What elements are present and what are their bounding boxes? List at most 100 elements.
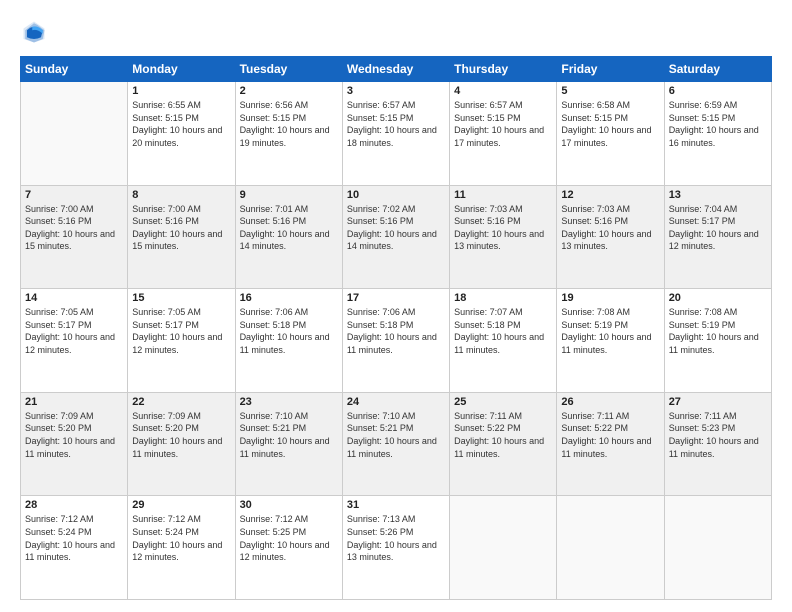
calendar-cell: 7 Sunrise: 7:00 AMSunset: 5:16 PMDayligh… [21,185,128,289]
calendar-cell: 24 Sunrise: 7:10 AMSunset: 5:21 PMDaylig… [342,392,449,496]
day-info: Sunrise: 7:07 AMSunset: 5:18 PMDaylight:… [454,307,544,355]
calendar-cell: 19 Sunrise: 7:08 AMSunset: 5:19 PMDaylig… [557,289,664,393]
day-info: Sunrise: 7:06 AMSunset: 5:18 PMDaylight:… [347,307,437,355]
day-info: Sunrise: 6:57 AMSunset: 5:15 PMDaylight:… [347,100,437,148]
day-number: 25 [454,396,552,408]
calendar-cell: 18 Sunrise: 7:07 AMSunset: 5:18 PMDaylig… [450,289,557,393]
day-number: 14 [25,292,123,304]
day-info: Sunrise: 7:03 AMSunset: 5:16 PMDaylight:… [561,204,651,252]
day-number: 29 [132,499,230,511]
calendar-cell: 27 Sunrise: 7:11 AMSunset: 5:23 PMDaylig… [664,392,771,496]
calendar-cell: 30 Sunrise: 7:12 AMSunset: 5:25 PMDaylig… [235,496,342,600]
day-info: Sunrise: 7:09 AMSunset: 5:20 PMDaylight:… [132,411,222,459]
day-number: 9 [240,189,338,201]
day-number: 5 [561,85,659,97]
calendar-cell: 29 Sunrise: 7:12 AMSunset: 5:24 PMDaylig… [128,496,235,600]
calendar-cell: 6 Sunrise: 6:59 AMSunset: 5:15 PMDayligh… [664,82,771,186]
day-info: Sunrise: 6:58 AMSunset: 5:15 PMDaylight:… [561,100,651,148]
day-info: Sunrise: 7:00 AMSunset: 5:16 PMDaylight:… [132,204,222,252]
calendar-cell [21,82,128,186]
day-info: Sunrise: 7:12 AMSunset: 5:24 PMDaylight:… [132,514,222,562]
day-number: 22 [132,396,230,408]
day-info: Sunrise: 7:11 AMSunset: 5:23 PMDaylight:… [669,411,759,459]
day-number: 10 [347,189,445,201]
day-number: 23 [240,396,338,408]
day-number: 24 [347,396,445,408]
day-number: 19 [561,292,659,304]
calendar-week-5: 28 Sunrise: 7:12 AMSunset: 5:24 PMDaylig… [21,496,772,600]
header [20,18,772,46]
day-info: Sunrise: 7:05 AMSunset: 5:17 PMDaylight:… [25,307,115,355]
weekday-header-tuesday: Tuesday [235,57,342,82]
calendar-cell: 10 Sunrise: 7:02 AMSunset: 5:16 PMDaylig… [342,185,449,289]
calendar-week-3: 14 Sunrise: 7:05 AMSunset: 5:17 PMDaylig… [21,289,772,393]
calendar-cell: 22 Sunrise: 7:09 AMSunset: 5:20 PMDaylig… [128,392,235,496]
day-number: 12 [561,189,659,201]
day-number: 31 [347,499,445,511]
day-info: Sunrise: 7:01 AMSunset: 5:16 PMDaylight:… [240,204,330,252]
day-number: 27 [669,396,767,408]
day-info: Sunrise: 7:13 AMSunset: 5:26 PMDaylight:… [347,514,437,562]
calendar-cell [450,496,557,600]
calendar-cell: 17 Sunrise: 7:06 AMSunset: 5:18 PMDaylig… [342,289,449,393]
day-info: Sunrise: 7:09 AMSunset: 5:20 PMDaylight:… [25,411,115,459]
day-number: 18 [454,292,552,304]
calendar-cell: 23 Sunrise: 7:10 AMSunset: 5:21 PMDaylig… [235,392,342,496]
weekday-header-saturday: Saturday [664,57,771,82]
day-info: Sunrise: 7:04 AMSunset: 5:17 PMDaylight:… [669,204,759,252]
day-number: 11 [454,189,552,201]
day-info: Sunrise: 7:00 AMSunset: 5:16 PMDaylight:… [25,204,115,252]
calendar-cell: 14 Sunrise: 7:05 AMSunset: 5:17 PMDaylig… [21,289,128,393]
calendar-cell: 16 Sunrise: 7:06 AMSunset: 5:18 PMDaylig… [235,289,342,393]
day-number: 28 [25,499,123,511]
day-info: Sunrise: 7:10 AMSunset: 5:21 PMDaylight:… [347,411,437,459]
day-info: Sunrise: 7:11 AMSunset: 5:22 PMDaylight:… [561,411,651,459]
day-number: 16 [240,292,338,304]
day-info: Sunrise: 7:10 AMSunset: 5:21 PMDaylight:… [240,411,330,459]
day-number: 3 [347,85,445,97]
calendar-cell: 4 Sunrise: 6:57 AMSunset: 5:15 PMDayligh… [450,82,557,186]
calendar-cell: 26 Sunrise: 7:11 AMSunset: 5:22 PMDaylig… [557,392,664,496]
calendar-cell: 9 Sunrise: 7:01 AMSunset: 5:16 PMDayligh… [235,185,342,289]
day-number: 30 [240,499,338,511]
calendar-week-1: 1 Sunrise: 6:55 AMSunset: 5:15 PMDayligh… [21,82,772,186]
calendar-cell [664,496,771,600]
calendar-cell: 28 Sunrise: 7:12 AMSunset: 5:24 PMDaylig… [21,496,128,600]
weekday-header-thursday: Thursday [450,57,557,82]
calendar-cell: 2 Sunrise: 6:56 AMSunset: 5:15 PMDayligh… [235,82,342,186]
weekday-header-sunday: Sunday [21,57,128,82]
logo-icon [20,18,48,46]
day-number: 13 [669,189,767,201]
calendar-cell: 20 Sunrise: 7:08 AMSunset: 5:19 PMDaylig… [664,289,771,393]
day-number: 8 [132,189,230,201]
day-info: Sunrise: 7:02 AMSunset: 5:16 PMDaylight:… [347,204,437,252]
weekday-header-row: SundayMondayTuesdayWednesdayThursdayFrid… [21,57,772,82]
day-info: Sunrise: 7:11 AMSunset: 5:22 PMDaylight:… [454,411,544,459]
calendar-cell: 5 Sunrise: 6:58 AMSunset: 5:15 PMDayligh… [557,82,664,186]
day-info: Sunrise: 7:08 AMSunset: 5:19 PMDaylight:… [669,307,759,355]
day-info: Sunrise: 7:12 AMSunset: 5:25 PMDaylight:… [240,514,330,562]
day-number: 17 [347,292,445,304]
day-number: 26 [561,396,659,408]
weekday-header-monday: Monday [128,57,235,82]
calendar-cell: 12 Sunrise: 7:03 AMSunset: 5:16 PMDaylig… [557,185,664,289]
calendar-cell: 31 Sunrise: 7:13 AMSunset: 5:26 PMDaylig… [342,496,449,600]
page: SundayMondayTuesdayWednesdayThursdayFrid… [0,0,792,612]
day-number: 7 [25,189,123,201]
day-number: 2 [240,85,338,97]
calendar-cell: 21 Sunrise: 7:09 AMSunset: 5:20 PMDaylig… [21,392,128,496]
calendar-week-2: 7 Sunrise: 7:00 AMSunset: 5:16 PMDayligh… [21,185,772,289]
day-number: 6 [669,85,767,97]
day-number: 15 [132,292,230,304]
weekday-header-friday: Friday [557,57,664,82]
calendar-cell: 3 Sunrise: 6:57 AMSunset: 5:15 PMDayligh… [342,82,449,186]
day-info: Sunrise: 7:12 AMSunset: 5:24 PMDaylight:… [25,514,115,562]
logo [20,18,52,46]
day-info: Sunrise: 6:56 AMSunset: 5:15 PMDaylight:… [240,100,330,148]
calendar-cell: 8 Sunrise: 7:00 AMSunset: 5:16 PMDayligh… [128,185,235,289]
day-info: Sunrise: 7:06 AMSunset: 5:18 PMDaylight:… [240,307,330,355]
calendar-cell: 25 Sunrise: 7:11 AMSunset: 5:22 PMDaylig… [450,392,557,496]
day-number: 20 [669,292,767,304]
calendar-cell [557,496,664,600]
day-info: Sunrise: 7:03 AMSunset: 5:16 PMDaylight:… [454,204,544,252]
